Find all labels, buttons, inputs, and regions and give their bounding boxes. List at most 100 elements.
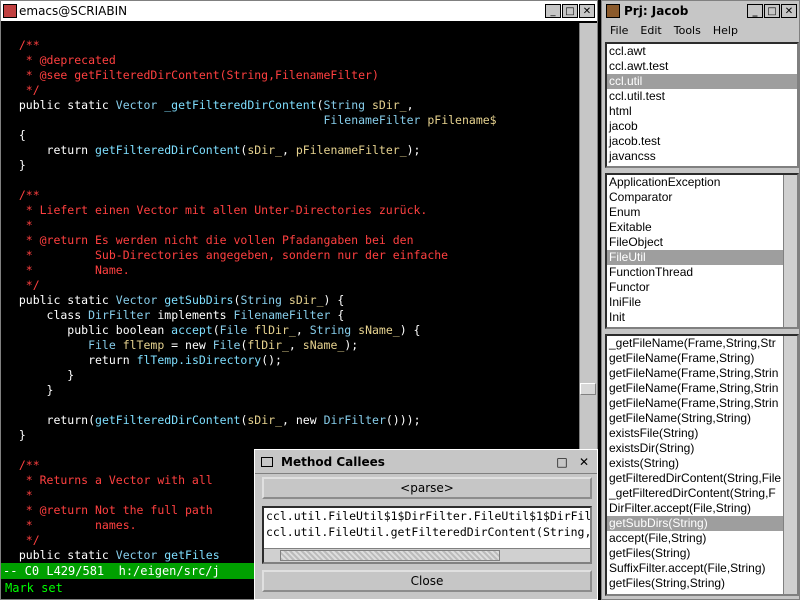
code-token: Vector bbox=[115, 98, 165, 112]
project-titlebar[interactable]: Prj: Jacob _ □ ✕ bbox=[602, 1, 799, 21]
list-item[interactable]: FileUtil bbox=[607, 250, 797, 265]
list-item[interactable]: Functor bbox=[607, 280, 797, 295]
code-line: * Name. bbox=[5, 263, 577, 278]
code-token: DirFilter bbox=[323, 413, 386, 427]
list-item[interactable]: html bbox=[607, 104, 797, 119]
code-token: * @return Not the full path bbox=[5, 503, 213, 517]
close-button[interactable]: Close bbox=[262, 570, 592, 592]
maximize-icon[interactable]: □ bbox=[562, 4, 578, 18]
list-item[interactable]: existsFile(String) bbox=[607, 426, 797, 441]
list-item[interactable]: ccl.awt bbox=[607, 44, 797, 59]
code-line: /** bbox=[5, 188, 577, 203]
close-icon[interactable]: ✕ bbox=[781, 4, 797, 18]
minimize-icon[interactable]: _ bbox=[747, 4, 763, 18]
list-item[interactable]: Comparator bbox=[607, 190, 797, 205]
list-item[interactable]: ApplicationException bbox=[607, 175, 797, 190]
code-token: File bbox=[219, 323, 255, 337]
method-callees-dialog: Method Callees □ ✕ <parse> ccl.util.File… bbox=[254, 449, 598, 600]
maximize-icon[interactable]: □ bbox=[764, 4, 780, 18]
maximize-icon[interactable]: □ bbox=[555, 455, 569, 469]
list-item[interactable]: getSubDirs(String) bbox=[607, 516, 797, 531]
minimize-icon[interactable]: _ bbox=[545, 4, 561, 18]
menu-help[interactable]: Help bbox=[713, 22, 738, 40]
code-token: getFilteredDirContent bbox=[95, 413, 241, 427]
list-item[interactable]: jacob bbox=[607, 119, 797, 134]
code-token: sName_ bbox=[302, 338, 345, 352]
list-item[interactable]: existsDir(String) bbox=[607, 441, 797, 456]
list-item[interactable]: getFiles(String) bbox=[607, 546, 797, 561]
list-item[interactable]: ccl.util.FileUtil.getFilteredDirContent(… bbox=[264, 524, 590, 540]
list-item[interactable]: FunctionThread bbox=[607, 265, 797, 280]
close-icon[interactable]: ✕ bbox=[579, 4, 595, 18]
code-token: flTemp bbox=[122, 338, 165, 352]
list-item[interactable]: getFileName(Frame,String,Strin bbox=[607, 396, 797, 411]
code-token: return bbox=[5, 143, 96, 157]
code-token: , bbox=[295, 323, 310, 337]
list-item[interactable]: Init bbox=[607, 310, 797, 325]
code-line: * @return Es werden nicht die vollen Pfa… bbox=[5, 233, 577, 248]
menu-file[interactable]: File bbox=[610, 22, 628, 40]
code-token: */ bbox=[5, 533, 40, 547]
dialog-title: Method Callees bbox=[281, 454, 385, 469]
class-list-scrollbar[interactable] bbox=[783, 175, 797, 327]
list-item[interactable]: getFilteredDirContent(String,File bbox=[607, 471, 797, 486]
menu-edit[interactable]: Edit bbox=[640, 22, 661, 40]
code-token: DirFilter bbox=[88, 308, 158, 322]
code-line: } bbox=[5, 383, 577, 398]
code-token: sDir_ bbox=[247, 413, 282, 427]
hscroll-thumb[interactable] bbox=[280, 550, 500, 561]
list-item[interactable]: exists(String) bbox=[607, 456, 797, 471]
list-item[interactable]: _getFileName(Frame,String,Str bbox=[607, 336, 797, 351]
code-token: ) { bbox=[323, 293, 345, 307]
list-item[interactable]: ccl.util.FileUtil$1$DirFilter.FileUtil$1… bbox=[264, 508, 590, 524]
list-item[interactable]: ccl.util.test bbox=[607, 89, 797, 104]
list-item[interactable]: getFileName(Frame,String,Strin bbox=[607, 366, 797, 381]
callee-list-hscrollbar[interactable] bbox=[264, 548, 590, 562]
list-item[interactable]: accept(File,String) bbox=[607, 531, 797, 546]
list-item[interactable]: javancss bbox=[607, 149, 797, 164]
code-line: return getFilteredDirContent(sDir_, pFil… bbox=[5, 143, 577, 158]
emacs-titlebar[interactable]: emacs@SCRIABIN _ □ ✕ bbox=[1, 1, 597, 21]
code-token: getFiles bbox=[164, 548, 220, 562]
code-token: ( bbox=[88, 413, 96, 427]
code-token: Vector bbox=[115, 293, 165, 307]
list-item[interactable]: SuffixFilter.accept(File,String) bbox=[607, 561, 797, 576]
code-token: return bbox=[5, 413, 89, 427]
code-line: */ bbox=[5, 278, 577, 293]
project-title: Prj: Jacob bbox=[624, 4, 689, 18]
editor-scrollbar-thumb[interactable] bbox=[580, 383, 596, 395]
list-item[interactable]: getFileName(Frame,String,Strin bbox=[607, 381, 797, 396]
method-list[interactable]: _getFileName(Frame,String,Str getFileName… bbox=[605, 334, 799, 596]
list-item[interactable]: getFileName(String,String) bbox=[607, 411, 797, 426]
code-line: class DirFilter implements FilenameFilte… bbox=[5, 308, 577, 323]
emacs-app-icon bbox=[3, 4, 17, 18]
parse-button[interactable]: <parse> bbox=[262, 477, 592, 499]
list-item[interactable]: jacob.test bbox=[607, 134, 797, 149]
code-token: , bbox=[281, 143, 296, 157]
list-item[interactable]: _getFilteredDirContent(String,F bbox=[607, 486, 797, 501]
code-token: String bbox=[240, 293, 289, 307]
list-item[interactable]: ccl.awt.test bbox=[607, 59, 797, 74]
close-icon[interactable]: ✕ bbox=[577, 455, 591, 469]
code-token: _getFilteredDirContent bbox=[164, 98, 317, 112]
callee-list[interactable]: ccl.util.FileUtil$1$DirFilter.FileUtil$1… bbox=[262, 506, 592, 564]
list-item[interactable]: getFileName(Frame,String) bbox=[607, 351, 797, 366]
dialog-titlebar[interactable]: Method Callees □ ✕ bbox=[255, 450, 597, 474]
code-line: * @see getFilteredDirContent(String,File… bbox=[5, 68, 577, 83]
list-item[interactable]: IniFile bbox=[607, 295, 797, 310]
package-list[interactable]: ccl.awt ccl.awt.test ccl.util ccl.util.test… bbox=[605, 42, 799, 168]
list-item[interactable]: Enum bbox=[607, 205, 797, 220]
code-token: return bbox=[5, 353, 137, 367]
list-item[interactable]: getFiles(String,String) bbox=[607, 576, 797, 591]
code-token: sName_ bbox=[358, 323, 400, 337]
code-token: * @return Es werden nicht die vollen Pfa… bbox=[5, 233, 414, 247]
list-item[interactable]: DirFilter.accept(File,String) bbox=[607, 501, 797, 516]
method-list-scrollbar[interactable] bbox=[783, 336, 797, 594]
list-item[interactable]: ccl.util bbox=[607, 74, 797, 89]
menu-tools[interactable]: Tools bbox=[674, 22, 701, 40]
list-item[interactable]: Exitable bbox=[607, 220, 797, 235]
list-item[interactable]: FileObject bbox=[607, 235, 797, 250]
class-list[interactable]: ApplicationException Comparator Enum Exitab… bbox=[605, 173, 799, 329]
code-line: } bbox=[5, 428, 577, 443]
code-line: /** bbox=[5, 38, 577, 53]
